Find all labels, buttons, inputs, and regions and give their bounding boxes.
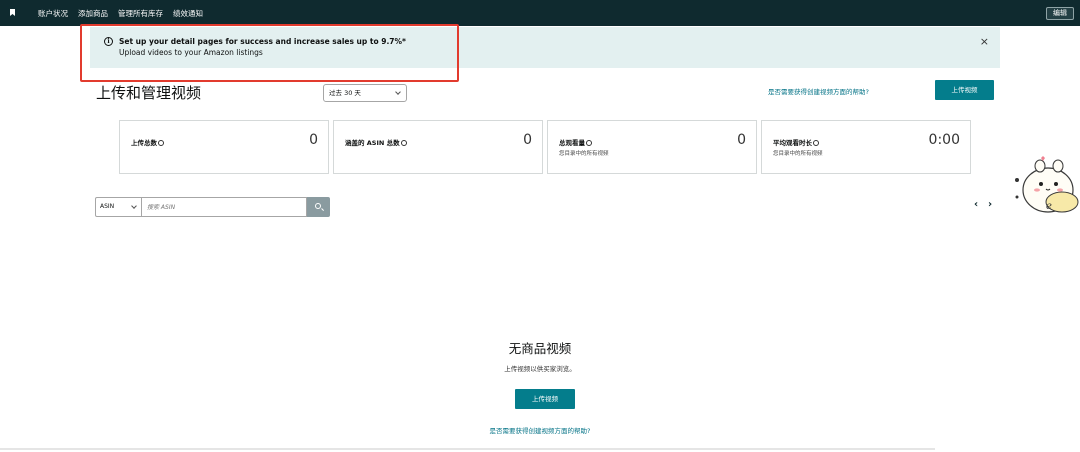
stat-value: 0	[309, 132, 318, 148]
stat-value: 0	[523, 132, 532, 148]
mascot-sticker-icon: e	[1015, 156, 1079, 213]
banner-subtitle: Upload videos to your Amazon listings	[119, 48, 263, 57]
close-icon[interactable]: ×	[980, 35, 989, 48]
help-circle-icon[interactable]	[586, 140, 592, 146]
empty-state-subtitle: 上传视频以供买家浏览。	[504, 365, 576, 373]
empty-state-title: 无商品视频	[508, 341, 572, 356]
stat-label: 涵盖的 ASIN 总数	[345, 137, 407, 147]
divider	[0, 448, 935, 450]
top-nav: 账户状况 添加商品 管理所有库存 绩效通知	[38, 0, 213, 26]
stat-card-avg-watch-time: 平均观看时长 您目录中的所有视频 0:00	[761, 120, 971, 174]
nav-item-performance-notifications[interactable]: 绩效通知	[173, 8, 203, 19]
search-button[interactable]	[307, 197, 330, 217]
date-range-value: 过去 30 天	[329, 89, 361, 97]
search-input[interactable]	[142, 197, 307, 217]
stat-value: 0	[737, 132, 746, 148]
page-title: 上传和管理视频	[96, 84, 202, 102]
help-circle-icon[interactable]	[158, 140, 164, 146]
info-icon: i	[104, 37, 113, 46]
upload-video-button-empty[interactable]: 上传视频	[515, 389, 575, 409]
pager-next-button[interactable]: ›	[988, 199, 992, 210]
svg-text:e: e	[1046, 201, 1052, 212]
upload-video-button[interactable]: 上传视频	[935, 80, 994, 100]
date-range-select[interactable]: 过去 30 天	[323, 84, 407, 102]
help-circle-icon[interactable]	[813, 140, 819, 146]
nav-item-manage-inventory[interactable]: 管理所有库存	[118, 8, 163, 19]
stat-label: 上传总数	[131, 137, 164, 147]
banner-title: Set up your detail pages for success and…	[119, 37, 406, 46]
help-link-bottom[interactable]: 是否需要获得创建视频方面的帮助?	[0, 425, 1080, 435]
chevron-down-icon	[131, 203, 137, 209]
stat-label: 平均观看时长	[773, 137, 819, 147]
stat-sub: 您目录中的所有视频	[773, 151, 823, 157]
stat-card-total-uploads: 上传总数 0	[119, 120, 329, 174]
pager-prev-button[interactable]: ‹	[974, 199, 978, 210]
stat-sub: 您目录中的所有视频	[559, 151, 609, 157]
search-icon	[315, 203, 321, 209]
stat-card-total-views: 总观看量 您目录中的所有视频 0	[547, 120, 757, 174]
stat-label: 总观看量	[559, 137, 592, 147]
nav-item-account-health[interactable]: 账户状况	[38, 8, 68, 19]
chevron-down-icon	[395, 89, 401, 95]
nav-item-add-product[interactable]: 添加商品	[78, 8, 108, 19]
edit-button[interactable]: 编辑	[1046, 7, 1074, 20]
top-navigation-bar: 账户状况 添加商品 管理所有库存 绩效通知 编辑	[0, 0, 1080, 26]
stat-card-total-asins: 涵盖的 ASIN 总数 0	[333, 120, 543, 174]
help-circle-icon[interactable]	[400, 140, 407, 146]
info-banner: i Set up your detail pages for success a…	[90, 27, 1000, 68]
search-type-value: ASIN	[100, 203, 115, 210]
bookmark-icon[interactable]	[10, 9, 15, 16]
search-type-select[interactable]: ASIN	[95, 197, 142, 217]
help-link-top[interactable]: 是否需要获得创建视频方面的帮助?	[768, 86, 869, 96]
stat-value: 0:00	[928, 132, 960, 148]
